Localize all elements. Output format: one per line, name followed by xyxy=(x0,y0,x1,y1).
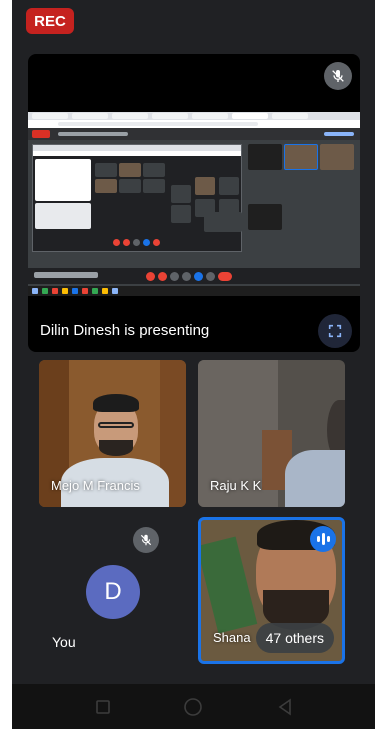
avatar: D xyxy=(86,565,140,619)
others-count-button[interactable]: 47 others xyxy=(255,623,334,653)
participant-tile-shana[interactable]: Shana 47 others xyxy=(198,517,345,664)
self-label: You xyxy=(52,634,76,650)
speaking-indicator-icon xyxy=(310,526,336,552)
nested-meet-controls xyxy=(28,268,360,284)
browser-address-bar xyxy=(28,120,360,128)
presentation-tile[interactable]: Dilin Dinesh is presenting xyxy=(28,54,360,352)
participant-name: Raju K K xyxy=(210,478,262,493)
shared-screen xyxy=(28,112,360,296)
participant-name: Mejo M Francis xyxy=(51,478,140,493)
mic-off-icon xyxy=(324,62,352,90)
fullscreen-icon[interactable] xyxy=(318,314,352,348)
android-nav-bar xyxy=(12,684,375,729)
meet-screen: REC Dilin Dinesh is presenting Mejo M Fr… xyxy=(12,0,375,729)
participant-tile-raju[interactable]: Raju K K xyxy=(198,360,345,507)
nested-screen xyxy=(32,144,242,252)
recording-badge: REC xyxy=(26,8,74,34)
recents-icon[interactable] xyxy=(92,696,114,718)
participant-tile-mejo[interactable]: Mejo M Francis xyxy=(39,360,186,507)
mic-off-icon xyxy=(133,527,159,553)
nested-taskbar xyxy=(28,286,360,296)
browser-tab-strip xyxy=(28,112,360,120)
presenting-banner xyxy=(28,128,360,140)
back-icon[interactable] xyxy=(274,696,296,718)
participant-name: Shana xyxy=(213,630,251,645)
presenting-status: Dilin Dinesh is presenting xyxy=(40,322,210,339)
home-icon[interactable] xyxy=(182,696,204,718)
